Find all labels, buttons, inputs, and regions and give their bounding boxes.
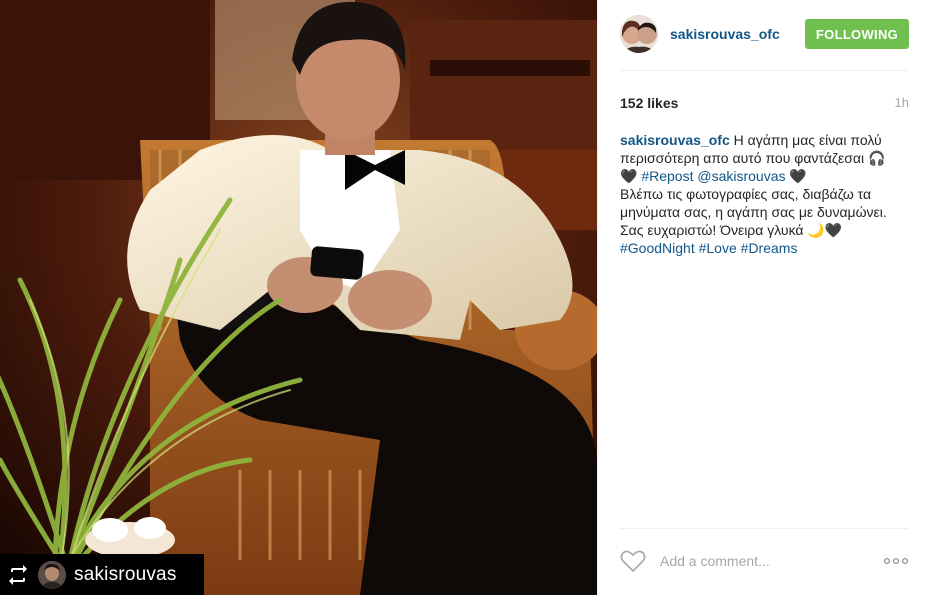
photo-scene (0, 0, 597, 595)
comment-row (620, 546, 909, 576)
hashtag-love[interactable]: #Love (699, 240, 737, 256)
comment-divider (620, 528, 909, 529)
repost-icon (6, 563, 30, 587)
owner-avatar[interactable] (620, 15, 658, 53)
repost-avatar (38, 560, 66, 589)
owner-username[interactable]: sakisrouvas_ofc (670, 26, 780, 42)
caption-heart-2: 🖤 (789, 168, 807, 184)
post-timestamp[interactable]: 1h (895, 95, 909, 110)
post-side-panel: sakisrouvas_ofc FOLLOWING 152 likes 1h s… (597, 0, 933, 595)
instagram-post: sakisrouvas sakisrouvas_ofc FOLLOWING 15… (0, 0, 933, 595)
repost-attribution: sakisrouvas (0, 554, 204, 595)
header-divider (620, 70, 909, 71)
hashtag-dreams[interactable]: #Dreams (741, 240, 798, 256)
repost-username: sakisrouvas (74, 563, 177, 585)
post-caption: sakisrouvas_ofc Η αγάπη μας είναι πολύ π… (620, 131, 910, 257)
post-header: sakisrouvas_ofc FOLLOWING (620, 14, 909, 54)
ellipsis-icon[interactable] (883, 554, 909, 568)
hashtag-goodnight[interactable]: #GoodNight (620, 240, 695, 256)
heart-outline-icon[interactable] (620, 549, 646, 573)
likes-count[interactable]: 152 likes (620, 95, 678, 111)
post-photo[interactable]: sakisrouvas (0, 0, 597, 595)
mention-sakisrouvas[interactable]: @sakisrouvas (697, 168, 785, 184)
caption-line-2: Βλέπω τις φωτογραφίες σας, διαβάζω τα μη… (620, 186, 887, 238)
caption-heart-1: 🖤 (620, 168, 638, 184)
following-button[interactable]: FOLLOWING (805, 19, 909, 49)
hashtag-repost[interactable]: #Repost (641, 168, 693, 184)
comment-input[interactable] (658, 552, 862, 570)
caption-username[interactable]: sakisrouvas_ofc (620, 132, 730, 148)
